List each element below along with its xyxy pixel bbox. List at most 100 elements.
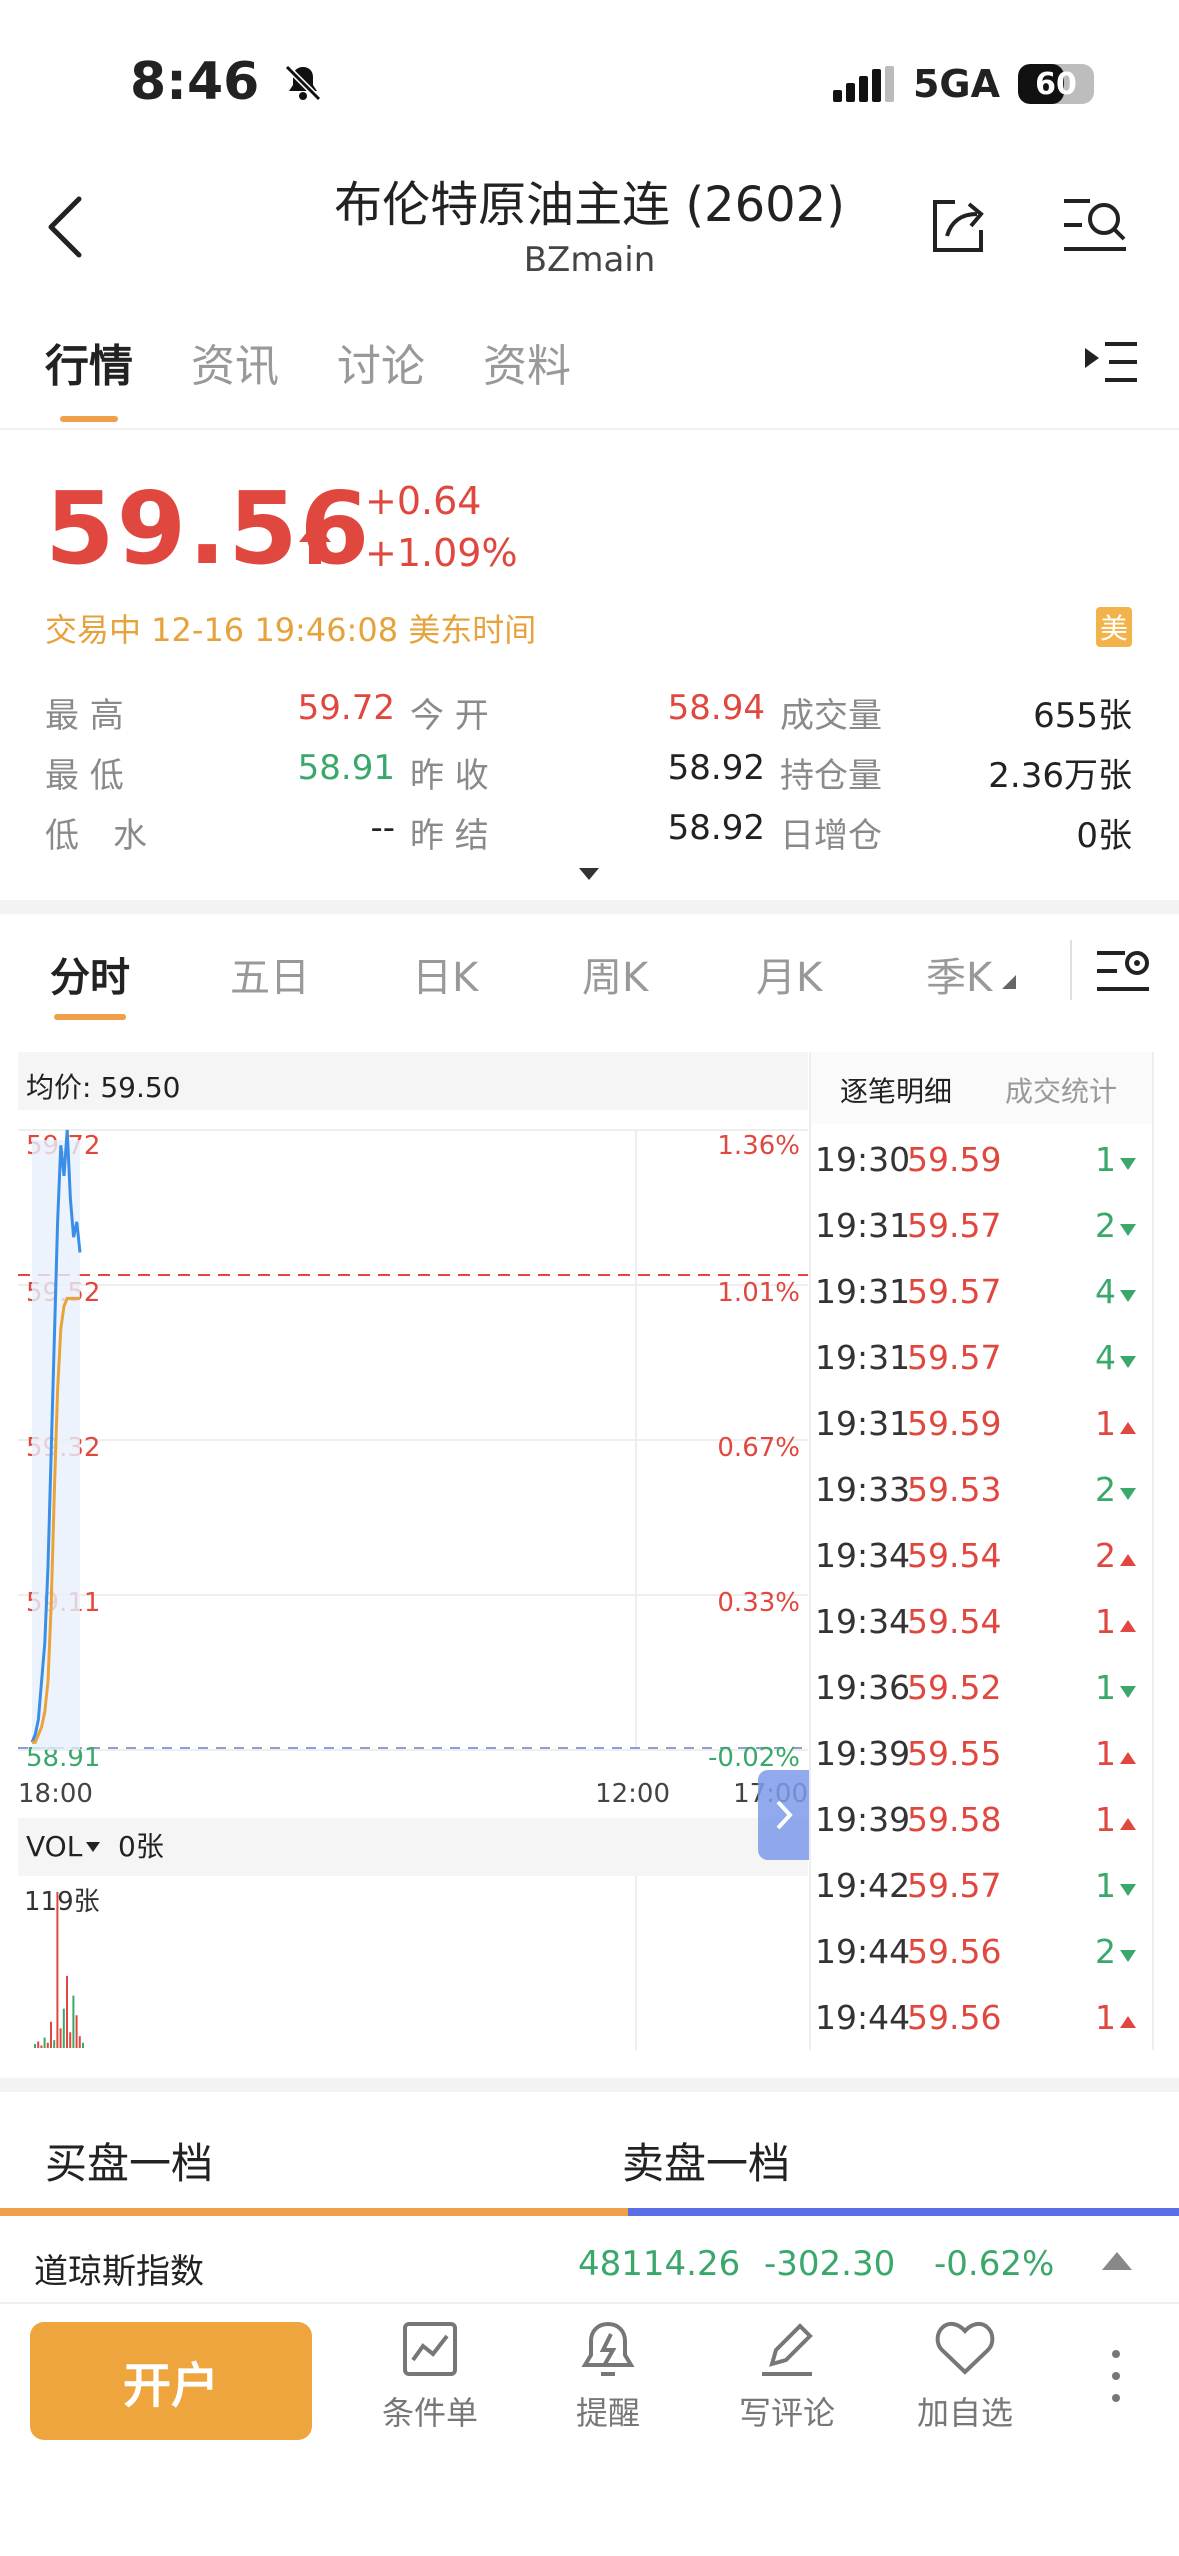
- volume-bar: [59, 2028, 62, 2048]
- arrow-up-icon: [299, 522, 331, 564]
- expand-caret-icon[interactable]: [579, 868, 599, 880]
- tab-trade-stats[interactable]: 成交统计: [1005, 1070, 1117, 1110]
- add-watchlist-button[interactable]: 加自选: [890, 2320, 1040, 2434]
- alert-button[interactable]: 提醒: [533, 2320, 683, 2434]
- tab-quote[interactable]: 行情: [45, 330, 133, 422]
- chevron-right-icon: [776, 1800, 793, 1830]
- trade-price: 59.59: [907, 1404, 1002, 1443]
- stat-label: 日增仓: [780, 816, 882, 856]
- trade-time: 19:33: [815, 1470, 911, 1509]
- chart-tab-indicator: [54, 1014, 126, 1020]
- stat-value: --: [370, 808, 395, 848]
- tab-quarterly-k[interactable]: 季K: [926, 945, 992, 1003]
- triangle-up-icon: [1120, 1818, 1136, 1830]
- trade-price: 59.56: [907, 1998, 1002, 2037]
- volume-value: 0张: [118, 1830, 164, 1863]
- pct-tick-label: -0.02%: [708, 1743, 800, 1773]
- trade-price: 59.58: [907, 1800, 1002, 1839]
- volume-max-label: 119张: [24, 1887, 100, 1917]
- trade-time: 19:31: [815, 1272, 911, 1311]
- trade-qty: 1: [1095, 1734, 1116, 1773]
- chart-settings-icon[interactable]: [1095, 945, 1151, 997]
- trade-price: 59.54: [907, 1602, 1002, 1641]
- intraday-chart[interactable]: 59.7259.5259.3259.1158.911.36%1.01%0.67%…: [18, 1110, 808, 2050]
- triangle-down-icon: [1120, 1224, 1136, 1236]
- dropdown-corner-icon[interactable]: [1002, 975, 1016, 989]
- volume-bar: [56, 1892, 59, 2048]
- stat-value: 59.72: [297, 688, 395, 728]
- volume-bar: [72, 1995, 75, 2048]
- trade-qty: 1: [1095, 1602, 1116, 1641]
- tab-intraday[interactable]: 分时: [50, 945, 130, 1003]
- ticker-change: -302.30: [764, 2244, 896, 2284]
- trade-row: 19:44 59.56 2: [815, 1924, 1150, 1984]
- trade-qty: 2: [1095, 1470, 1116, 1509]
- tab-discuss[interactable]: 讨论: [337, 330, 425, 394]
- ticker-value: 48114.26: [578, 2244, 741, 2284]
- volume-bar: [53, 2040, 56, 2048]
- stat-label: 昨 结: [410, 816, 489, 856]
- triangle-down-icon: [1120, 1356, 1136, 1368]
- pct-tick-label: 0.67%: [717, 1433, 800, 1463]
- trade-row: 19:31 59.57 4: [815, 1264, 1150, 1324]
- more-icon[interactable]: [1110, 2348, 1122, 2404]
- pct-tick-label: 1.01%: [717, 1278, 800, 1308]
- share-icon[interactable]: [925, 192, 991, 258]
- volume-bar: [82, 2042, 84, 2048]
- tab-daily-k[interactable]: 日K: [412, 945, 478, 1003]
- stat-label: 今 开: [410, 696, 489, 736]
- open-account-button[interactable]: 开户: [30, 2322, 312, 2440]
- volume-bar: [66, 1975, 68, 2048]
- expand-panel-button[interactable]: [758, 1770, 810, 1860]
- tab-profile[interactable]: 资料: [483, 330, 571, 394]
- triangle-up-icon: [1120, 1422, 1136, 1434]
- pct-tick-label: 1.36%: [717, 1131, 800, 1161]
- tab-news[interactable]: 资讯: [191, 330, 279, 394]
- trade-time: 19:39: [815, 1800, 911, 1839]
- trade-price: 59.52: [907, 1668, 1002, 1707]
- trade-qty: 1: [1095, 1404, 1116, 1443]
- tab-weekly-k[interactable]: 周K: [582, 945, 648, 1003]
- trade-price: 59.59: [907, 1140, 1002, 1179]
- trade-status: 交易中 12-16 19:46:08 美东时间: [45, 611, 537, 649]
- play-list-icon[interactable]: [1083, 340, 1139, 386]
- chart-card-icon: [403, 2322, 457, 2376]
- volume-bar: [50, 2021, 52, 2048]
- stat-label: 低 水: [45, 816, 147, 856]
- page-subtitle: BZmain: [523, 240, 656, 280]
- stat-label: 最 低: [45, 756, 124, 796]
- conditional-order-button[interactable]: 条件单: [355, 2320, 505, 2434]
- trade-row: 19:30 59.59 1: [815, 1132, 1150, 1192]
- index-ticker[interactable]: 道琼斯指数 48114.26 -302.30 -0.62%: [0, 2222, 1179, 2302]
- trade-qty: 2: [1095, 1536, 1116, 1575]
- tab-monthly-k[interactable]: 月K: [756, 945, 822, 1003]
- trade-row: 19:44 59.56 1: [815, 1990, 1150, 2050]
- search-menu-icon[interactable]: [1060, 195, 1130, 257]
- trade-row: 19:34 59.54 1: [815, 1594, 1150, 1654]
- volume-bar: [40, 2045, 43, 2048]
- trade-time: 19:39: [815, 1734, 911, 1773]
- trade-qty: 1: [1095, 1668, 1116, 1707]
- status-indicators: 5GA 60: [832, 62, 1094, 106]
- tab-5day[interactable]: 五日: [230, 945, 310, 1003]
- trade-time: 19:34: [815, 1602, 911, 1641]
- bell-muted-icon: [285, 64, 322, 102]
- write-comment-button[interactable]: 写评论: [712, 2320, 862, 2434]
- trade-time: 19:31: [815, 1338, 911, 1377]
- trade-price: 59.56: [907, 1932, 1002, 1971]
- triangle-up-icon: [1120, 1554, 1136, 1566]
- stat-label: 持仓量: [780, 756, 882, 796]
- volume-bar: [37, 2041, 40, 2048]
- trade-price: 59.54: [907, 1536, 1002, 1575]
- ticker-pct: -0.62%: [934, 2244, 1055, 2284]
- trade-price: 59.57: [907, 1866, 1002, 1905]
- stat-value: 2.36万张: [988, 756, 1132, 796]
- main-tabs: 行情 资讯 讨论 资料: [45, 330, 571, 422]
- market-badge: 美: [1096, 607, 1132, 647]
- triangle-down-icon: [1120, 1158, 1136, 1170]
- triangle-up-icon[interactable]: [1102, 2252, 1132, 2270]
- bell-bolt-icon: [581, 2321, 635, 2376]
- tab-tick-detail[interactable]: 逐笔明细: [840, 1070, 952, 1110]
- sell-bar: [628, 2208, 1179, 2216]
- avg-price-label: 均价: 59.50: [26, 1071, 181, 1104]
